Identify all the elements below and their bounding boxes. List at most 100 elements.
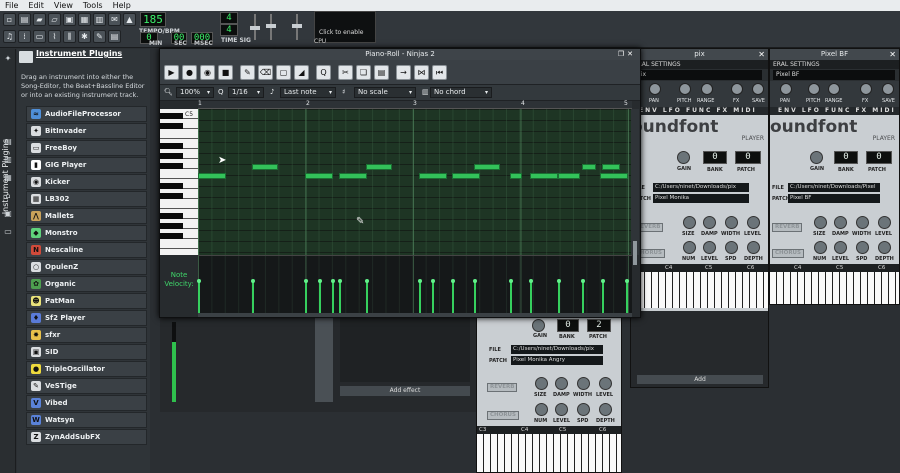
plugin-item[interactable]: ✦ BitInvader: [26, 123, 147, 139]
save-project-icon[interactable]: ▣: [63, 13, 76, 26]
velocity-bar[interactable]: [431, 279, 435, 313]
velocity-bar[interactable]: [625, 279, 629, 313]
metronome-icon[interactable]: ▲: [123, 13, 136, 26]
restore-icon[interactable]: ❐: [618, 50, 627, 58]
reverb-size-knob[interactable]: [683, 216, 696, 229]
velocity-bar[interactable]: [529, 279, 533, 313]
plugin-item[interactable]: V Vibed: [26, 395, 147, 411]
reverb-toggle[interactable]: REVERB: [487, 383, 518, 392]
reverb-size-knob[interactable]: [535, 377, 548, 390]
note-block[interactable]: [198, 173, 226, 179]
reverb-damp-knob[interactable]: [834, 216, 847, 229]
black-key[interactable]: [160, 113, 183, 119]
file-field[interactable]: C:/Users/ninet/Downloads/Pixel BF: [788, 183, 880, 199]
fx-knob[interactable]: [731, 83, 743, 95]
reverb-level-knob[interactable]: [599, 377, 612, 390]
plugin-item[interactable]: ✿ Organic: [26, 276, 147, 292]
home-icon[interactable]: ⌂: [3, 191, 13, 201]
master-volume-knob[interactable]: [250, 26, 260, 30]
black-key[interactable]: [160, 223, 183, 229]
close-icon[interactable]: ✕: [889, 49, 896, 60]
instrument-name-field[interactable]: pix: [634, 70, 762, 80]
piano-keyboard[interactable]: [631, 272, 768, 308]
note-block[interactable]: [602, 164, 620, 170]
export-project-icon[interactable]: ▦: [78, 13, 91, 26]
project-notes-icon[interactable]: ✎: [93, 30, 106, 43]
quantize-icon[interactable]: Q: [316, 65, 331, 80]
velocity-bar[interactable]: [318, 279, 322, 313]
instrument-tabs[interactable]: ENV LFO FUNC FX MIDI: [631, 107, 768, 115]
zoom-select[interactable]: 100% ▾: [176, 87, 214, 98]
instrument-tabs[interactable]: ENV LFO FUNC FX MIDI: [770, 107, 899, 115]
cut-icon[interactable]: ✂: [338, 65, 353, 80]
reverb-size-knob[interactable]: [814, 216, 827, 229]
patch-display[interactable]: 0: [735, 151, 761, 164]
note-block[interactable]: [530, 173, 558, 179]
select-mode-icon[interactable]: ▢: [276, 65, 291, 80]
piano-keyboard[interactable]: [770, 272, 899, 304]
plugin-item[interactable]: ◆ Monstro: [26, 225, 147, 241]
note-block[interactable]: [305, 173, 333, 179]
velocity-bar[interactable]: [601, 279, 605, 313]
note-block[interactable]: [252, 164, 278, 170]
velocity-bar[interactable]: [304, 279, 308, 313]
save-icon[interactable]: [882, 83, 894, 95]
note-length-select[interactable]: Last note ▾: [280, 87, 336, 98]
reverb-damp-knob[interactable]: [555, 377, 568, 390]
reverb-width-knob[interactable]: [725, 216, 738, 229]
plugin-item[interactable]: ◉ Kicker: [26, 174, 147, 190]
reverb-width-knob[interactable]: [577, 377, 590, 390]
stop-position-icon[interactable]: →: [396, 65, 411, 80]
patch-display[interactable]: 2: [587, 319, 611, 332]
black-key[interactable]: [160, 213, 183, 219]
computer-icon[interactable]: ▭: [3, 227, 13, 237]
timesig-numerator[interactable]: 4: [220, 12, 238, 24]
velocity-lane[interactable]: [197, 255, 632, 313]
close-icon[interactable]: ✕: [627, 50, 636, 58]
instrument-name-field[interactable]: Pixel BF: [773, 70, 895, 80]
reverb-width-knob[interactable]: [856, 216, 869, 229]
black-key[interactable]: [160, 183, 183, 189]
velocity-bar[interactable]: [581, 279, 585, 313]
velocity-bar[interactable]: [197, 279, 201, 313]
vertical-scrollbar[interactable]: [631, 109, 639, 265]
plugin-item[interactable]: N Nescaline: [26, 242, 147, 258]
velocity-bar[interactable]: [473, 279, 477, 313]
mixer-channel[interactable]: [315, 314, 333, 402]
export-icon[interactable]: ✉: [108, 13, 121, 26]
chorus-num-knob[interactable]: [535, 403, 548, 416]
reverb-level-knob[interactable]: [747, 216, 760, 229]
bank-display[interactable]: 0: [557, 319, 579, 332]
timesig-denominator[interactable]: 4: [220, 24, 238, 36]
pitch-knob[interactable]: [679, 83, 691, 95]
plugin-item[interactable]: ▭ FreeBoy: [26, 140, 147, 156]
chorus-speed-knob[interactable]: [856, 241, 869, 254]
reverb-level-knob[interactable]: [878, 216, 891, 229]
file-field[interactable]: C:/Users/ninet/Downloads/pix: [511, 345, 603, 354]
recent-projects-icon[interactable]: ▱: [48, 13, 61, 26]
add-button[interactable]: Add: [637, 375, 763, 384]
pitch-knob[interactable]: [808, 83, 820, 95]
note-block[interactable]: [366, 164, 392, 170]
chorus-num-knob[interactable]: [683, 241, 696, 254]
plugin-item[interactable]: ▮ GIG Player: [26, 157, 147, 173]
patch-field[interactable]: Pixel BF: [788, 194, 880, 203]
menu-file[interactable]: File: [0, 0, 23, 11]
new-template-icon[interactable]: ▤: [18, 13, 31, 26]
gain-knob[interactable]: [810, 151, 823, 164]
reverb-toggle[interactable]: REVERB: [772, 223, 803, 232]
plugin-item[interactable]: ✎ VeSTige: [26, 378, 147, 394]
patch-field[interactable]: Pixel Monika: [653, 194, 749, 203]
note-grid[interactable]: [198, 109, 632, 255]
timeline-ruler[interactable]: 1 2 3 4 5: [198, 100, 632, 109]
automation-editor-icon[interactable]: ⌇: [48, 30, 61, 43]
plugin-icon[interactable]: ✦: [3, 54, 13, 64]
velocity-bar[interactable]: [251, 279, 255, 313]
plugin-item[interactable]: ▣ SID: [26, 344, 147, 360]
record-while-playing-icon[interactable]: ◉: [200, 65, 215, 80]
velocity-bar[interactable]: [509, 279, 513, 313]
master-volume-knob-2[interactable]: [292, 24, 302, 28]
menu-tools[interactable]: Tools: [78, 0, 108, 11]
tempo-display[interactable]: 185: [140, 12, 166, 27]
horizontal-scrollbar[interactable]: [198, 313, 632, 317]
